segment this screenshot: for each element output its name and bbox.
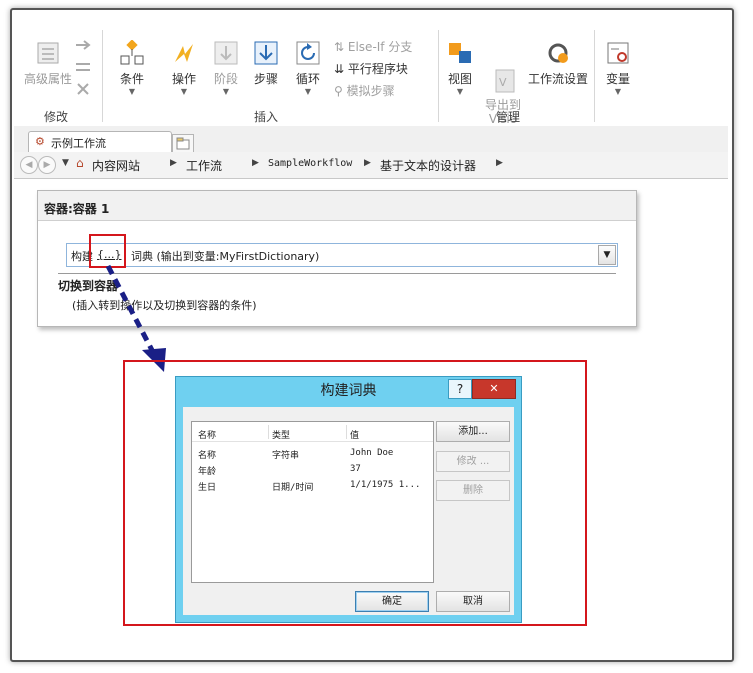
impersonation-step-button[interactable]: ⚲ 模拟步骤 [334,82,395,99]
stage-icon [213,40,239,66]
parallel-block-button[interactable]: ⇊ 平行程序块 [334,60,408,77]
action-button[interactable]: 操作 ▼ [162,40,206,96]
table-row[interactable]: 生日 日期/时间 1/1/1975 1... [192,478,433,494]
column-divider [346,425,347,439]
step-icon [253,40,279,66]
insert-group-label: 插入 [254,110,279,124]
delete-button[interactable]: 删除 [436,480,510,501]
breadcrumb-item[interactable]: SampleWorkflow [268,158,352,169]
loop-icon [295,40,321,66]
close-icon: ✕ [489,382,499,395]
row-value: 1/1/1975 1... [350,480,421,490]
group-divider [102,30,103,122]
visio-icon: V [490,54,516,93]
tab-sample-workflow[interactable]: ⚙ 示例工作流 [28,131,172,153]
tab-label: 示例工作流 [51,137,106,150]
stage-title[interactable]: 容器:容器 1 [38,191,636,221]
row-type: 字符串 [272,451,300,461]
chevron-right-icon: ▶ [252,158,259,168]
chevron-right-icon: ▶ [170,158,177,168]
stage-label: 阶段 [213,72,238,86]
build-dictionary-dialog: 构建词典 ? ✕ 名称 类型 值 名称 字符串 John Doe 年龄 37 生… [175,376,522,623]
document-tab-bar: ⚙ 示例工作流 [14,126,728,153]
edit-button[interactable]: 修改 ... [436,451,510,472]
forward-icon[interactable]: ▶ [38,156,56,174]
help-icon: ? [456,382,464,396]
back-icon[interactable]: ◀ [20,156,38,174]
advanced-properties-label: 高级属性 [23,72,72,86]
parallel-block-label: 平行程序块 [347,62,408,76]
row-value: 37 [350,464,361,474]
stage-button[interactable]: 阶段 ▼ [206,40,246,96]
table-row[interactable]: 名称 字符串 John Doe [192,446,433,462]
properties-icon [35,40,61,66]
manage-group-label: 管理 [496,110,521,124]
variables-label: 变量 [605,72,630,86]
column-header-value[interactable]: 值 [350,428,359,441]
condition-button[interactable]: 条件 ▼ [110,39,154,96]
view-button[interactable]: 视图 ▼ [442,40,478,96]
advanced-properties-button[interactable]: 高级属性 [20,40,76,87]
add-button[interactable]: 添加... [436,421,510,442]
row-name: 生日 [198,483,217,493]
condition-icon [119,39,145,66]
else-if-branch-button[interactable]: ⇅ Else-If 分支 [334,38,412,55]
new-tab-button[interactable] [172,134,194,153]
branch-icon: ⇅ [334,40,345,54]
ok-button[interactable]: 确定 [355,591,429,612]
breadcrumb-item[interactable]: 基于文本的设计器 [380,157,476,174]
row-name: 年龄 [198,467,217,477]
breadcrumb-item[interactable]: 内容网站 [92,157,140,174]
modify-group-label: 修改 [44,110,69,124]
column-divider [268,425,269,439]
breadcrumb-item[interactable]: 工作流 [186,157,222,174]
breadcrumb: ◀ ▶ ▼ ⌂ 内容网站 ▶ 工作流 ▶ SampleWorkflow ▶ 基于… [14,152,728,179]
group-divider [438,30,439,122]
delete-icon[interactable] [76,82,90,99]
loop-button[interactable]: 循环 ▼ [288,40,328,96]
workflow-icon: ⚙ [35,135,45,148]
row-value: John Doe [350,448,394,458]
step-button[interactable]: 步骤 [246,40,286,87]
condition-label: 条件 [119,72,144,86]
variables-button[interactable]: 变量 ▼ [598,40,638,96]
workflow-settings-button[interactable]: 工作流设置 [526,40,590,87]
folder-icon [176,137,190,150]
svg-text:V: V [499,76,507,89]
group-divider [594,30,595,122]
header-divider [192,441,433,442]
action-label: 操作 [171,72,196,86]
chevron-down-icon[interactable]: ▼ [62,158,69,168]
impersonation-icon: ⚲ [334,84,343,98]
row-type: 日期/时间 [272,483,314,493]
cancel-button[interactable]: 取消 [436,591,510,612]
chevron-down-icon[interactable]: ▼ [598,245,616,265]
table-row[interactable]: 年龄 37 [192,462,433,478]
screenshot-frame: 高级属性 修改 条件 ▼ 操作 ▼ 阶段 ▼ 步骤 循环 ▼ ⇅ Else-If… [10,8,734,662]
close-button[interactable]: ✕ [472,379,516,399]
dialog-body: 名称 类型 值 名称 字符串 John Doe 年龄 37 生日 日期/时间 1… [183,407,514,615]
parallel-icon: ⇊ [334,62,345,76]
home-icon: ⌂ [76,156,84,170]
impersonation-step-label: 模拟步骤 [346,84,395,98]
row-name: 名称 [198,451,217,461]
help-button[interactable]: ? [448,379,472,399]
move-up-icon[interactable] [74,38,92,55]
variables-icon [605,40,631,66]
workflow-settings-label: 工作流设置 [527,72,588,86]
view-icon [447,40,473,66]
gear-icon [545,40,571,66]
dictionary-list[interactable]: 名称 类型 值 名称 字符串 John Doe 年龄 37 生日 日期/时间 1… [191,421,434,583]
loop-label: 循环 [295,72,320,86]
column-header-name[interactable]: 名称 [198,428,216,441]
step-label: 步骤 [253,72,278,86]
else-if-branch-label: Else-If 分支 [347,40,413,54]
move-down-icon[interactable] [74,60,92,77]
chevron-right-icon: ▶ [496,158,503,168]
ribbon: 高级属性 修改 条件 ▼ 操作 ▼ 阶段 ▼ 步骤 循环 ▼ ⇅ Else-If… [14,24,728,127]
lightning-icon [171,40,197,66]
view-label: 视图 [447,72,472,86]
chevron-right-icon: ▶ [364,158,371,168]
column-header-type[interactable]: 类型 [272,428,290,441]
